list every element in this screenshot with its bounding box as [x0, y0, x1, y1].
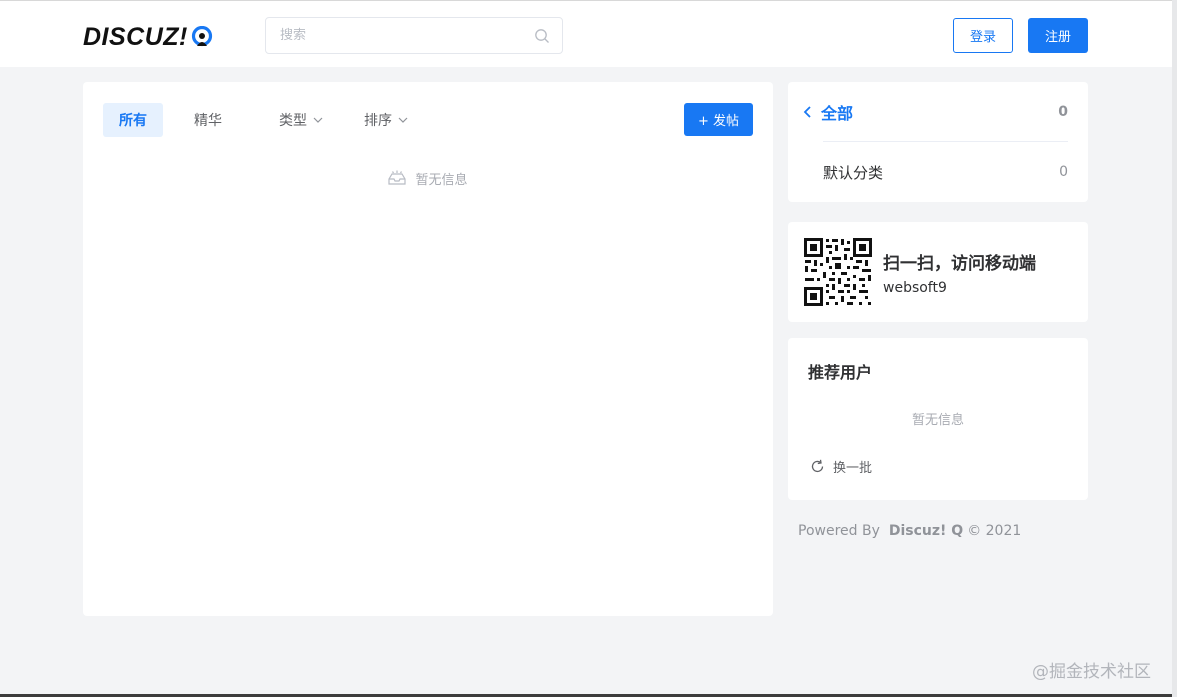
search-input[interactable] [266, 18, 516, 53]
qr-card: 扫一扫，访问移动端 websoft9 [788, 222, 1088, 322]
new-post-button[interactable]: + 发帖 [684, 103, 753, 136]
divider [823, 141, 1068, 142]
thread-list-card: 所有 精华 类型 排序 + 发帖 暂无信息 [83, 82, 773, 616]
recommended-users-title: 推荐用户 [808, 363, 873, 382]
footer-powered-by: Powered By [798, 523, 880, 539]
qr-title: 扫一扫，访问移动端 [883, 254, 1036, 274]
category-all[interactable]: 全部 0 [803, 101, 1068, 123]
top-navbar: DISCUZ! 登录 注册 [0, 0, 1172, 67]
site-logo[interactable]: DISCUZ! [83, 22, 213, 52]
chevron-down-icon [313, 117, 323, 123]
category-all-label: 全部 [821, 104, 854, 123]
refresh-users-button[interactable]: 换一批 [810, 457, 872, 476]
category-item-label: 默认分类 [823, 163, 884, 182]
tab-essence[interactable]: 精华 [178, 103, 238, 137]
chevron-down-icon [398, 117, 408, 123]
scrollbar[interactable] [1172, 0, 1177, 697]
category-item-default[interactable]: 默认分类 0 [823, 161, 1068, 183]
footer-brand[interactable]: Discuz! Q [889, 523, 963, 539]
tab-sort-dropdown[interactable]: 排序 [351, 103, 421, 137]
category-item-count: 0 [1059, 164, 1068, 180]
tab-type-label: 类型 [279, 113, 307, 129]
tab-type-dropdown[interactable]: 类型 [266, 103, 336, 137]
login-button[interactable]: 登录 [953, 18, 1013, 53]
category-card: 全部 0 默认分类 0 [788, 82, 1088, 202]
logo-text: DISCUZ! [83, 22, 188, 51]
empty-inbox-icon [388, 170, 407, 185]
empty-state: 暂无信息 [83, 168, 773, 188]
recommended-users-card: 推荐用户 暂无信息 换一批 [788, 338, 1088, 500]
register-button[interactable]: 注册 [1028, 18, 1088, 53]
watermark: @掘金技术社区 [1032, 662, 1151, 682]
logo-q-icon [191, 26, 212, 47]
recommended-empty-text: 暂无信息 [911, 413, 964, 428]
category-all-count: 0 [1058, 104, 1068, 120]
refresh-users-label: 换一批 [833, 461, 873, 476]
empty-state-text: 暂无信息 [415, 172, 468, 188]
footer-copyright: © 2021 [967, 523, 1022, 539]
chevron-left-icon [803, 106, 811, 118]
tab-sort-label: 排序 [364, 113, 392, 129]
search-icon[interactable] [534, 28, 550, 44]
footer: Powered By Discuz! Q © 2021 [798, 523, 1021, 539]
qr-code-image [803, 237, 873, 307]
qr-subtitle: websoft9 [883, 280, 947, 296]
tab-all-label: 所有 [119, 113, 147, 129]
tab-essence-label: 精华 [194, 113, 222, 129]
tab-all[interactable]: 所有 [103, 103, 163, 137]
refresh-icon [811, 459, 824, 473]
search-box [265, 17, 563, 54]
